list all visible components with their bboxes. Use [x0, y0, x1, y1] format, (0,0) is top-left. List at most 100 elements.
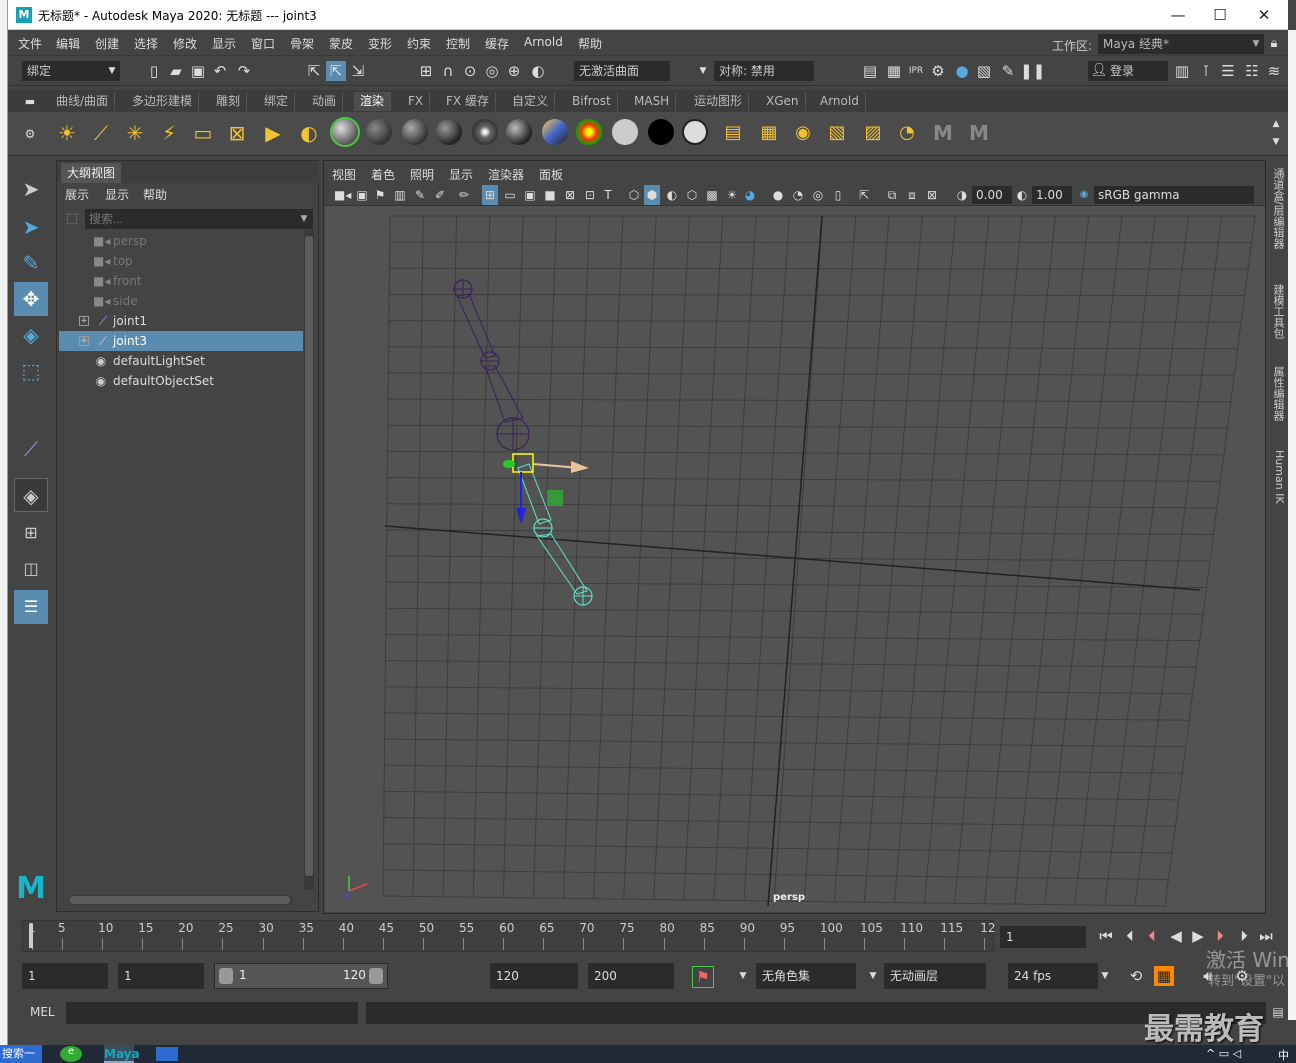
- select-camera-icon[interactable]: ■◂: [334, 185, 351, 205]
- chevron-up-icon[interactable]: ▲: [1268, 114, 1284, 134]
- range-start-handle[interactable]: [219, 968, 233, 984]
- chevron-down-icon[interactable]: ▼: [104, 61, 120, 81]
- outliner-item-persp[interactable]: ■◂ persp: [59, 231, 303, 251]
- shelf-menu-icon[interactable]: ▬: [22, 92, 38, 112]
- render-view-icon[interactable]: ▤: [860, 61, 880, 81]
- ime-indicator[interactable]: 中: [1278, 1047, 1289, 1063]
- lights-icon[interactable]: ☀: [724, 185, 740, 205]
- live-surface-field[interactable]: 无激活曲面: [574, 61, 670, 81]
- move-tool-icon[interactable]: ✥: [14, 282, 48, 316]
- volume-light-icon[interactable]: ⊠: [222, 118, 252, 148]
- isolate-select-icon[interactable]: ⇱: [856, 185, 872, 205]
- tab-arnold[interactable]: Arnold: [814, 92, 866, 111]
- character-set-select[interactable]: 无角色集: [756, 963, 856, 989]
- field-chart-icon[interactable]: ⊠: [562, 185, 578, 205]
- menu-cache[interactable]: 缓存: [485, 35, 509, 52]
- viewport-canvas[interactable]: persp: [325, 206, 1265, 912]
- area-light-icon[interactable]: ▭: [188, 118, 218, 148]
- outliner-item-defaultlightset[interactable]: ◉ defaultLightSet: [59, 351, 303, 371]
- menu-skeleton[interactable]: 骨架: [290, 35, 314, 52]
- point-light-icon[interactable]: ✳: [120, 118, 150, 148]
- outliner-item-front[interactable]: ■◂ front: [59, 271, 303, 291]
- step-forward-frame-icon[interactable]: ⏵: [1210, 926, 1230, 946]
- tab-motion-graphics[interactable]: 运动图形: [688, 92, 750, 111]
- anisotropic-icon[interactable]: [542, 119, 568, 145]
- mental-ray-2-icon[interactable]: M: [964, 118, 994, 148]
- current-frame-field[interactable]: 1: [1000, 926, 1086, 948]
- filter-icon[interactable]: ⬚: [63, 209, 81, 229]
- workspace-select[interactable]: Maya 经典*: [1098, 34, 1248, 54]
- save-scene-icon[interactable]: ▣: [188, 61, 208, 81]
- outliner-search-input[interactable]: [85, 209, 313, 229]
- auto-key-icon[interactable]: ⚑: [692, 966, 714, 988]
- animation-start-field[interactable]: 1: [22, 963, 108, 989]
- film-gate-icon[interactable]: ▭: [502, 185, 518, 205]
- menu-set-select[interactable]: 绑定: [22, 61, 108, 81]
- safe-action-icon[interactable]: ⊡: [582, 185, 598, 205]
- lock-icon[interactable]: 🔒︎: [1266, 34, 1282, 54]
- mental-ray-icon[interactable]: M: [928, 118, 958, 148]
- range-end-handle[interactable]: [369, 968, 383, 984]
- two-view-icon[interactable]: ◫: [14, 552, 48, 586]
- playback-end-field[interactable]: 120: [490, 963, 578, 989]
- phong-e-icon[interactable]: [506, 119, 532, 145]
- menu-control[interactable]: 控制: [446, 35, 470, 52]
- viewport-menu-panels[interactable]: 面板: [539, 166, 563, 183]
- grease-pencil-icon[interactable]: ✐: [432, 185, 448, 205]
- viewport-menu-lighting[interactable]: 照明: [410, 166, 434, 183]
- tab-fx-cache[interactable]: FX 缓存: [440, 92, 496, 111]
- tab-curves[interactable]: 曲线/曲面: [50, 92, 116, 111]
- render-settings-icon[interactable]: ⚙: [928, 61, 948, 81]
- smooth-shade-icon[interactable]: ⬢: [644, 185, 660, 205]
- redo-icon[interactable]: ↷: [234, 61, 254, 81]
- batch-render-icon[interactable]: ▨: [858, 118, 888, 148]
- wireframe-icon[interactable]: ⬡: [626, 185, 642, 205]
- xray-icon[interactable]: ⧉: [884, 185, 900, 205]
- render-view-icon[interactable]: ▤: [718, 118, 748, 148]
- range-bar[interactable]: 1 120: [214, 963, 388, 989]
- render-frame-icon[interactable]: ▦: [884, 61, 904, 81]
- grid-icon[interactable]: ⊞: [482, 185, 498, 205]
- scrollbar-thumb[interactable]: [70, 896, 290, 904]
- tab-xgen[interactable]: XGen: [760, 92, 806, 111]
- animation-end-field[interactable]: 200: [588, 963, 674, 989]
- chevron-down-icon[interactable]: ▼: [696, 61, 710, 81]
- tab-bifrost[interactable]: Bifrost: [566, 92, 618, 111]
- use-background-icon[interactable]: [648, 119, 674, 145]
- tab-attribute-editor[interactable]: 属性编辑器: [1270, 366, 1286, 421]
- snap-grid-icon[interactable]: ⊞: [416, 61, 436, 81]
- rotate-tool-icon[interactable]: ◈: [14, 318, 48, 352]
- new-scene-icon[interactable]: ▯: [144, 61, 164, 81]
- symmetry-field[interactable]: 对称: 禁用: [714, 61, 814, 81]
- ipr-render-icon[interactable]: IPR: [906, 61, 926, 81]
- blinn-icon[interactable]: [402, 119, 428, 145]
- hypershade-icon[interactable]: ◔: [892, 118, 922, 148]
- outliner-item-top[interactable]: ■◂ top: [59, 251, 303, 271]
- chevron-down-icon[interactable]: ▼: [1268, 132, 1284, 152]
- snap-live-icon[interactable]: ◐: [528, 61, 548, 81]
- minimize-button[interactable]: —: [1158, 4, 1198, 26]
- select-component-icon[interactable]: ⇲: [348, 61, 368, 81]
- taskbar-maya[interactable]: Maya: [104, 1045, 140, 1063]
- xray-joints-icon[interactable]: ⧈: [904, 185, 920, 205]
- outliner-item-side[interactable]: ■◂ side: [59, 291, 303, 311]
- outliner-layout-icon[interactable]: ☰: [14, 590, 48, 624]
- joint-tool-icon[interactable]: ⟋: [14, 432, 48, 466]
- menu-arnold[interactable]: Arnold: [524, 35, 563, 49]
- outliner-vertical-scrollbar[interactable]: [304, 230, 314, 890]
- viewport-menu-shading[interactable]: 着色: [371, 166, 395, 183]
- select-object-icon[interactable]: ⇱: [326, 61, 346, 81]
- tab-rigging[interactable]: 绑定: [258, 92, 296, 111]
- chevron-down-icon[interactable]: ▼: [1248, 34, 1264, 54]
- gear-icon[interactable]: ⚙: [22, 124, 38, 144]
- gamma-field[interactable]: 1.00: [1032, 186, 1072, 204]
- tab-modeling-toolkit[interactable]: 建模工具包: [1270, 284, 1286, 339]
- browser-icon[interactable]: e: [60, 1046, 82, 1062]
- snap-curve-icon[interactable]: ∩: [438, 61, 458, 81]
- motion-blur-icon[interactable]: ◔: [790, 185, 806, 205]
- light-editor-icon[interactable]: ✎: [998, 61, 1018, 81]
- outliner-horizontal-scrollbar[interactable]: [70, 895, 292, 905]
- play-forwards-icon[interactable]: ▶: [1188, 926, 1208, 946]
- persp-viewport[interactable]: [325, 206, 1265, 912]
- menu-skin[interactable]: 蒙皮: [329, 35, 353, 52]
